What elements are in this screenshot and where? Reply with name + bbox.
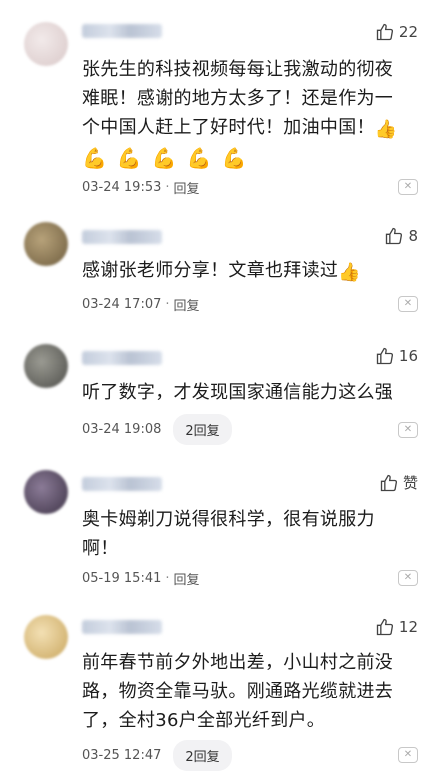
avatar[interactable] [24,615,68,659]
emoji-row: 💪 💪 💪 💪 💪 [82,146,247,170]
like-count: 16 [398,347,418,365]
muscle-emoji-icon: 💪 [186,146,212,170]
avatar[interactable] [24,22,68,66]
avatar[interactable] [24,344,68,388]
thumbs-up-emoji-icon: 👍 [338,262,361,283]
username[interactable] [82,351,162,365]
thumbs-up-icon [376,618,393,636]
close-icon[interactable]: ✕ [398,422,418,438]
like-button[interactable]: 16 [375,346,418,366]
like-count: 8 [408,227,418,245]
avatar[interactable] [24,222,68,266]
comment-meta: 03-24 19:08 2回复 [82,414,232,445]
timestamp: 03-25 12:47 [82,748,162,763]
avatar[interactable] [24,470,68,514]
comment-meta: 03-24 19:53 · 回复 [82,178,200,197]
username[interactable] [82,477,162,491]
replies-button[interactable]: 2回复 [173,740,232,771]
like-count: 赞 [402,474,418,492]
comment-text: 张先生的科技视频每每让我激动的彻夜 难眠！感谢的地方太多了！还是作为一 个中国人… [82,55,422,144]
comment-meta: 05-19 15:41 · 回复 [82,569,200,588]
reply-link[interactable]: 回复 [174,569,200,588]
muscle-emoji-icon: 💪 [221,146,247,170]
thumbs-up-emoji-icon: 👍 [374,119,398,140]
username[interactable] [82,620,162,634]
thumbs-up-icon [376,23,393,41]
muscle-emoji-icon: 💪 [116,146,142,170]
thumbs-up-icon [376,347,393,365]
close-icon[interactable]: ✕ [398,179,418,195]
comment-text: 前年春节前夕外地出差，小山村之前没 路，物资全靠马驮。刚通路光缆就进去 了，全村… [82,652,394,731]
comment-text: 奥卡姆剃刀说得很科学，很有说服力 啊！ [82,509,375,559]
comment-text: 听了数字，才发现国家通信能力这么强 [82,382,394,403]
thumbs-up-icon [386,227,403,245]
like-button[interactable]: 22 [375,22,418,42]
like-count: 12 [398,618,418,636]
thumbs-up-icon [380,474,398,491]
timestamp: 03-24 17:07 [82,297,162,312]
comment-meta: 03-25 12:47 2回复 [82,740,232,771]
timestamp: 03-24 19:53 [82,180,162,195]
timestamp: 03-24 19:08 [82,422,162,437]
like-count: 22 [398,23,418,41]
muscle-emoji-icon: 💪 [82,146,107,170]
like-button[interactable]: 8 [384,226,418,246]
like-button[interactable]: 赞 [379,472,418,493]
like-button[interactable]: 12 [375,617,418,637]
reply-link[interactable]: 回复 [174,178,200,197]
replies-button[interactable]: 2回复 [173,414,232,445]
muscle-emoji-icon: 💪 [151,146,177,170]
comment-meta: 03-24 17:07 · 回复 [82,295,200,314]
reply-link[interactable]: 回复 [174,295,200,314]
comment-text: 感谢张老师分享！文章也拜读过👍 [82,256,422,287]
username[interactable] [82,24,162,38]
close-icon[interactable]: ✕ [398,747,418,763]
close-icon[interactable]: ✕ [398,570,418,586]
username[interactable] [82,230,162,244]
timestamp: 05-19 15:41 [82,571,162,586]
close-icon[interactable]: ✕ [398,296,418,312]
